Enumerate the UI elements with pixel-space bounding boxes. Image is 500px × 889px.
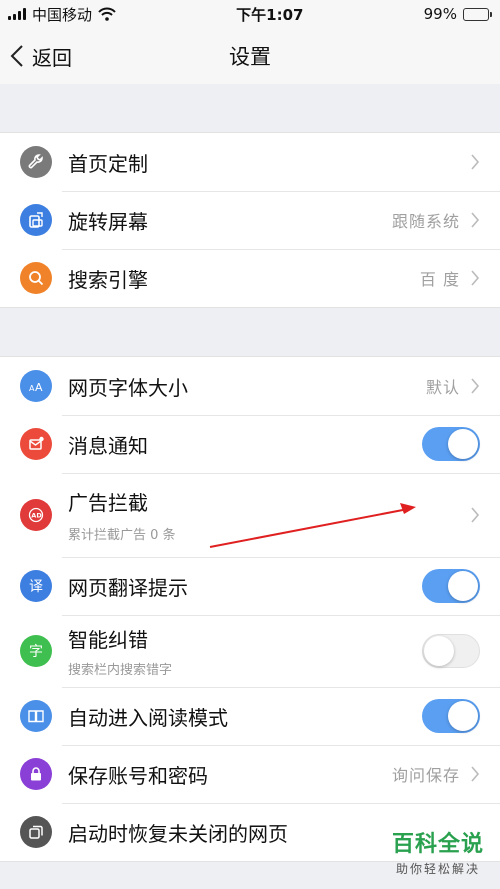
ad-block-icon: AD: [20, 499, 52, 531]
setting-value: 跟随系统: [391, 212, 460, 231]
settings-section-general: 首页定制 旋转屏幕 跟随系统 搜索引擎 百 度: [0, 132, 500, 308]
chevron-right-icon: [471, 507, 480, 523]
back-button[interactable]: 返回: [0, 28, 72, 84]
search-icon: [20, 262, 52, 294]
watermark-title: 百科全说: [391, 832, 484, 857]
icon-glyph: 译: [29, 579, 43, 595]
setting-label: 广告拦截: [68, 491, 148, 515]
setting-label: 旋转屏幕: [68, 209, 148, 234]
message-icon: [20, 428, 52, 460]
nav-bar: 返回 设置: [0, 28, 500, 84]
translate-icon: 译: [20, 570, 52, 602]
status-bar: 中国移动 下午1:07 99%: [0, 0, 500, 28]
setting-label: 自动进入阅读模式: [68, 705, 228, 730]
battery-icon: [462, 7, 492, 21]
setting-ad-block[interactable]: AD 广告拦截 累计拦截广告 0 条: [0, 473, 500, 557]
chevron-left-icon: [10, 45, 23, 67]
setting-search-engine[interactable]: 搜索引擎 百 度: [0, 249, 500, 307]
svg-text:AD: AD: [31, 512, 42, 520]
chevron-right-icon: [471, 270, 480, 286]
chevron-right-icon: [471, 378, 480, 394]
correction-toggle[interactable]: [422, 634, 480, 668]
icon-glyph: 字: [29, 644, 43, 660]
status-right: 99%: [424, 5, 492, 23]
clock: 下午1:07: [236, 5, 304, 24]
correction-icon: 字: [20, 635, 52, 667]
back-label: 返回: [32, 45, 72, 70]
setting-label: 搜索引擎: [68, 267, 148, 292]
setting-save-password[interactable]: 保存账号和密码 询问保存: [0, 745, 500, 803]
setting-font-size[interactable]: AA 网页字体大小 默认: [0, 357, 500, 415]
setting-sublabel: 累计拦截广告 0 条: [68, 528, 176, 543]
setting-value: 百 度: [419, 270, 460, 289]
setting-translate-prompt: 译 网页翻译提示: [0, 557, 500, 615]
font-size-icon: AA: [20, 370, 52, 402]
battery-percent: 99%: [423, 5, 457, 23]
setting-label: 网页翻译提示: [68, 575, 188, 600]
setting-sublabel: 搜索栏内搜索错字: [68, 663, 173, 678]
signal-icon: [8, 8, 26, 20]
rotate-screen-icon: [20, 204, 52, 236]
setting-notifications: 消息通知: [0, 415, 500, 473]
watermark-subtitle: 助你轻松解决: [395, 862, 480, 876]
carrier-label: 中国移动: [32, 5, 93, 24]
watermark-logo: 百科全说 助你轻松解决: [392, 826, 484, 877]
page-title: 设置: [229, 45, 271, 69]
settings-section-browsing: AA 网页字体大小 默认 消息通知 AD 广告拦截 累计拦截广告 0 条 译 网…: [0, 356, 500, 862]
status-left: 中国移动: [8, 4, 116, 25]
svg-text:A: A: [35, 381, 43, 394]
chevron-right-icon: [471, 766, 480, 782]
setting-label: 保存账号和密码: [68, 763, 208, 788]
setting-label: 智能纠错: [68, 628, 148, 652]
setting-value: 询问保存: [391, 766, 460, 785]
chevron-right-icon: [471, 212, 480, 228]
translate-toggle[interactable]: [422, 569, 480, 603]
wrench-icon: [20, 146, 52, 178]
setting-smart-correction: 字 智能纠错 搜索栏内搜索错字: [0, 615, 500, 687]
reading-mode-toggle[interactable]: [422, 699, 480, 733]
windows-icon: [20, 816, 52, 848]
setting-label: 消息通知: [68, 433, 148, 458]
setting-value: 默认: [425, 378, 460, 397]
book-icon: [20, 700, 52, 732]
setting-homepage-custom[interactable]: 首页定制: [0, 133, 500, 191]
wifi-icon: [98, 7, 116, 21]
lock-icon: [20, 758, 52, 790]
setting-label: 首页定制: [68, 151, 148, 176]
setting-label: 网页字体大小: [68, 375, 188, 400]
notifications-toggle[interactable]: [422, 427, 480, 461]
setting-reading-mode: 自动进入阅读模式: [0, 687, 500, 745]
setting-rotate-screen[interactable]: 旋转屏幕 跟随系统: [0, 191, 500, 249]
chevron-right-icon: [471, 154, 480, 170]
